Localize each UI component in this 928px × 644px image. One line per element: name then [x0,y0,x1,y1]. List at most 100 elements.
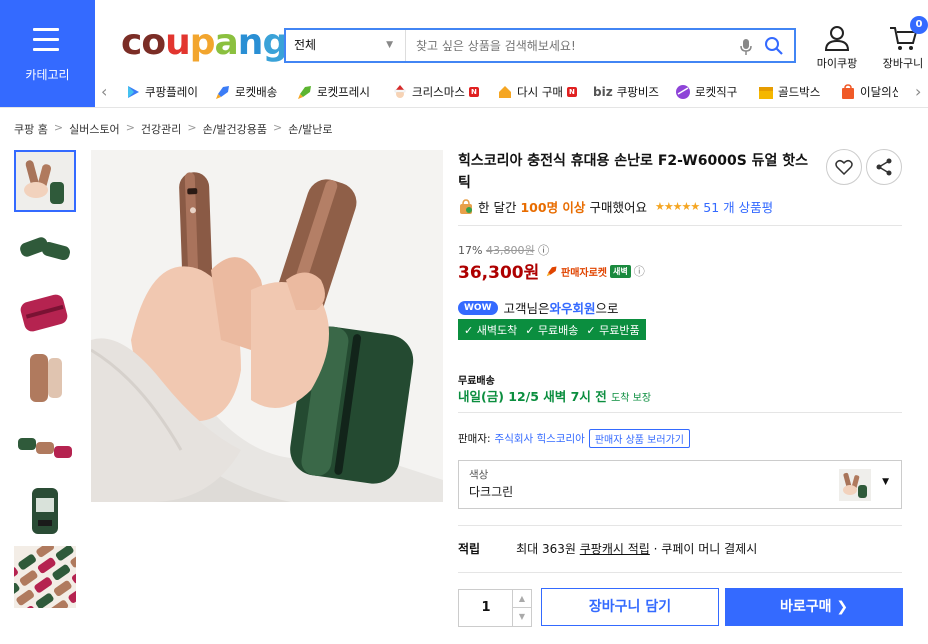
share-button[interactable] [866,149,902,185]
nav-item-gold-box[interactable]: 골드박스 [758,84,820,100]
quantity-input[interactable]: 1 [459,590,513,626]
wow-member-text: 와우회원 [549,301,596,316]
home-icon [499,86,511,98]
divider [458,412,902,413]
divider [458,572,902,573]
search-icon[interactable] [764,36,784,56]
seller-products-button[interactable]: 판매자 상품 보러가기 [588,429,690,448]
gold-box-icon [759,87,773,99]
seller-name-link[interactable]: 주식회사 힉스코리아 [495,431,585,446]
logo-letter: p [189,22,216,63]
reward-condition: · 쿠페이 머니 결제시 [653,542,758,556]
thumbnail-7[interactable] [14,546,76,608]
thumbnail-3[interactable] [14,282,76,344]
my-coupang-button[interactable]: 마이쿠팡 [812,24,862,71]
chevron-left-icon[interactable]: ‹ [101,82,107,101]
microphone-icon[interactable] [740,38,752,56]
arrival-guarantee: 도착 보장 [611,393,652,404]
play-icon [128,86,139,98]
quantity-stepper: 1 ▲ ▼ [458,589,532,627]
thumbnail-5[interactable] [14,414,76,476]
share-icon [876,158,892,176]
reward-row: 적립 최대 363원 쿠팡캐시 적립 · 쿠페이 머니 결제시 [458,540,757,557]
nav-item-label: 다시 구매 [517,85,563,99]
seller-info: 판매자: 주식회사 힉스코리아 판매자 상품 보러가기 [458,429,690,448]
quantity-increase-button[interactable]: ▲ [512,590,531,608]
wow-text: 고객님은 [503,301,550,316]
divider [458,225,902,226]
breadcrumb-separator: > [125,121,135,134]
nav-item-label: 이달의신 [860,85,898,99]
wow-badge: WOW [458,300,498,315]
bought-prefix: 한 달간 [478,200,517,215]
color-option-select[interactable]: 색상 다크그린 ▼ [458,460,902,509]
breadcrumb-item[interactable]: 손/발난로 [288,121,332,137]
shortcut-nav: ‹ 쿠팡플레이 로켓배송 로켓프레시 크리스마스 N 다시 구매 N biz 쿠… [95,76,928,108]
nav-item-coupang-biz[interactable]: biz 쿠팡비즈 [593,84,659,100]
reward-amount: 최대 363원 [516,542,576,556]
breadcrumb-item[interactable]: 쿠팡 홈 [14,121,48,137]
info-icon[interactable]: ⓘ [538,244,549,257]
arrival-date: 내일(금) 12/5 새벽 7시 전 [458,389,607,404]
benefit-tag: ✓ 무료반품 [586,323,640,337]
santa-icon [394,85,406,98]
seller-label: 판매자: [458,433,491,445]
cart-button[interactable]: 0 장바구니 [878,16,928,71]
product-photo [91,150,443,502]
breadcrumb-separator: > [273,121,283,134]
logo-letter: a [214,22,239,63]
search-scope-select[interactable]: 전체 ▼ [286,30,406,61]
nav-item-rocket-fresh[interactable]: 로켓프레시 [297,84,370,100]
nav-item-label: 로켓직구 [695,85,738,99]
category-label: 카테고리 [25,68,70,82]
thumbnail-2[interactable] [14,216,76,278]
coupang-logo[interactable]: coupang [121,22,288,63]
search-bar: 전체 ▼ [284,28,796,63]
option-value: 다크그린 [469,485,514,499]
info-icon[interactable]: ⓘ [634,263,645,279]
reward-cash-link[interactable]: 쿠팡캐시 적립 [580,542,650,556]
thumbnail-4[interactable] [14,348,76,410]
nav-item-label: 로켓프레시 [317,85,370,99]
thumbnail-image [14,480,76,542]
nav-item-label: 크리스마스 [412,85,465,99]
breadcrumb: 쿠팡 홈 > 실버스토어 > 건강관리 > 손/발건강용품 > 손/발난로 [14,121,332,137]
new-badge: N [566,87,577,97]
user-icon [824,26,850,51]
breadcrumb-item[interactable]: 손/발건강용품 [203,121,267,137]
quantity-decrease-button[interactable]: ▼ [512,608,531,626]
benefit-tag: ✓ 새벽도착 [464,323,518,337]
nav-item-christmas[interactable]: 크리스마스 N [392,84,479,100]
add-to-cart-button[interactable]: 장바구니 담기 [541,588,719,626]
nav-item-rocket-global[interactable]: 로켓직구 [675,84,737,100]
nav-item-monthly-new[interactable]: 이달의신 [840,84,898,100]
thumbnail-1[interactable] [14,150,76,212]
breadcrumb-separator: > [187,121,197,134]
breadcrumb-separator: > [53,121,64,134]
logo-letter: c [121,22,142,63]
search-input[interactable] [408,30,728,61]
new-badge: N [468,87,479,97]
main-product-image[interactable] [91,150,443,502]
bought-count: 100명 이상 [520,200,586,215]
nav-item-rebuy[interactable]: 다시 구매 N [497,84,577,100]
seller-rocket-badge: 판매자로켓 새벽 ⓘ [546,263,645,279]
breadcrumb-item[interactable]: 건강관리 [141,121,181,137]
cart-label: 장바구니 [882,57,924,70]
shipping-date: 내일(금) 12/5 새벽 7시 전 도착 보장 [458,386,651,405]
biz-icon: biz [593,85,613,99]
category-menu-button[interactable]: 카테고리 [0,0,95,107]
header-divider [0,107,928,108]
breadcrumb-item[interactable]: 실버스토어 [69,121,120,137]
nav-item-coupang-play[interactable]: 쿠팡플레이 [125,84,198,100]
wishlist-button[interactable] [826,149,862,185]
caret-down-icon: ▼ [386,40,393,50]
nav-item-rocket-delivery[interactable]: 로켓배송 [215,84,277,100]
nav-item-label: 로켓배송 [235,85,278,99]
purchase-stats: 한 달간 100명 이상 구매했어요 ★★★★★ 51 개 상품평 [458,197,773,216]
thumbnail-6[interactable] [14,480,76,542]
buy-now-button[interactable]: 바로구매 ❯ [725,588,903,626]
review-count-link[interactable]: 51 개 상품평 [703,197,773,216]
chevron-right-icon[interactable]: › [915,82,921,101]
product-title: 힉스코리아 충전식 휴대용 손난로 F2-W6000S 듀얼 핫스틱 [458,153,809,191]
